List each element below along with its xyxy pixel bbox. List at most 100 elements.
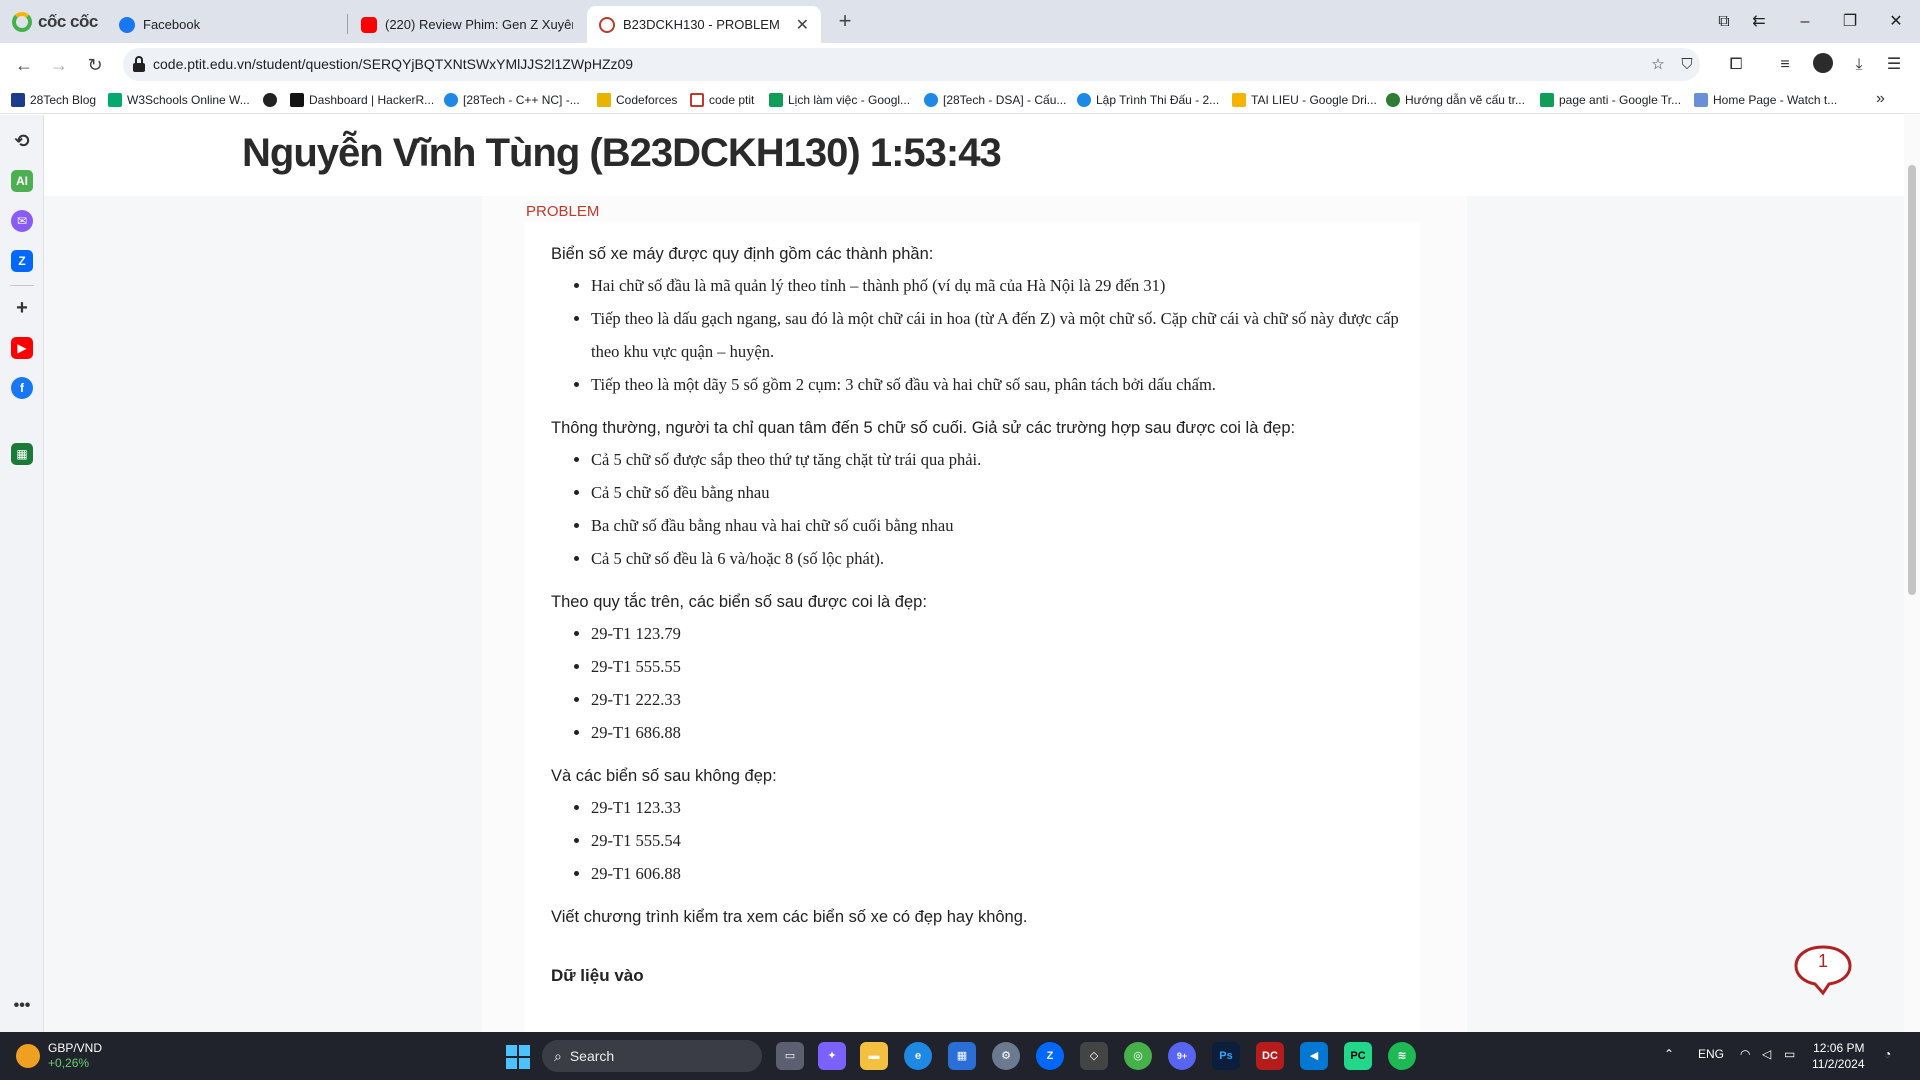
language-indicator[interactable]: ENG [1698,1047,1724,1061]
discord-icon[interactable]: 9+ [1168,1042,1196,1070]
bookmark-label: [28Tech - DSA] - Cấu... [943,93,1067,107]
store-icon[interactable]: ▦ [948,1042,976,1070]
restore-button[interactable]: ❐ [1836,8,1864,36]
back-button[interactable]: ← [10,51,38,79]
sheets-icon [769,93,783,107]
intro-text: Biển số xe máy được quy định gồm các thà… [551,245,934,263]
more-bookmarks-icon[interactable]: » [1876,90,1885,108]
bad-intro-text: Và các biển số sau không đẹp: [551,767,777,785]
history-icon[interactable]: ⟲ [11,130,33,152]
bookmark-codeforces[interactable]: Codeforces [597,91,677,109]
profile-avatar[interactable] [1813,53,1833,73]
youtube-icon[interactable]: ▶ [11,337,33,359]
market-widget[interactable]: GBP/VND +0,26% [16,1041,102,1071]
screen-capture-icon[interactable]: ⧉ [1710,8,1738,36]
bookmark-hackerrank[interactable]: Dashboard | HackerR... [290,91,434,109]
bookmark-label: [28Tech - C++ NC] -... [463,93,580,107]
zalo-icon[interactable]: Z [1036,1042,1064,1070]
start-button[interactable] [506,1045,530,1069]
bookmark-label: TAI LIEU - Google Dri... [1251,93,1377,107]
spotify-icon[interactable]: ≋ [1388,1042,1416,1070]
side-panel: ⟲ AI ✉ Z + ▶ f ▦ ••• [0,115,44,1032]
tab-youtube[interactable]: (220) Review Phim: Gen Z Xuyên K [349,6,585,43]
close-window-button[interactable]: ✕ [1882,8,1910,36]
menu-icon[interactable]: ☰ [1880,51,1908,79]
folder-icon[interactable]: ▬ [860,1042,888,1070]
scrollbar-thumb[interactable] [1908,165,1916,595]
bookmark-huong-dan[interactable]: Hướng dẫn vẽ cấu tr... [1386,91,1525,109]
vscode-icon[interactable]: ◀ [1300,1042,1328,1070]
messenger-icon[interactable]: ✉ [11,210,33,232]
shield-icon[interactable]: ⛉ [1676,54,1698,76]
clock-date: 11/2/2024 [1812,1057,1865,1071]
bookmark-icon [1694,93,1708,107]
chat-bubble-icon[interactable]: 1 [1793,944,1853,996]
bookmark-28tech-blog[interactable]: 28Tech Blog [11,91,96,109]
list-item: Cả 5 chữ số được sắp theo thứ tự tăng ch… [591,443,1411,476]
minimize-button[interactable]: – [1791,8,1819,36]
bookmark-code-ptit[interactable]: code ptit [690,91,754,109]
new-tab-button[interactable]: + [833,10,857,34]
wifi-icon[interactable]: ◠ [1740,1047,1750,1061]
tray-overflow-icon[interactable]: ⌃ [1664,1047,1674,1061]
ticker-name: GBP/VND [48,1041,103,1055]
bookmark-star-icon[interactable]: ☆ [1647,54,1669,76]
media-control-icon[interactable]: ≡ [1771,51,1799,79]
close-tab-icon[interactable]: ✕ [796,15,809,35]
bookmark-tai-lieu[interactable]: TAI LIEU - Google Dri... [1232,91,1377,109]
page-scrollbar[interactable] [1904,115,1920,1032]
coccoc-icon[interactable]: ◎ [1124,1042,1152,1070]
more-icon[interactable]: ••• [11,995,33,1017]
search-label: Search [569,1048,615,1064]
bookmarks-bar: 28Tech Blog W3Schools Online W... Dashbo… [0,86,1920,114]
tab-problem[interactable]: B23DCKH130 - PROBLEM ✕ [587,6,821,43]
unity-icon[interactable]: ◇ [1080,1042,1108,1070]
bookmark-w3schools[interactable]: W3Schools Online W... [108,91,250,109]
zalo-icon[interactable]: Z [11,250,33,272]
task-view-icon[interactable]: ▭ [776,1042,804,1070]
bookmark-28tech-cpp[interactable]: [28Tech - C++ NC] -... [444,91,580,109]
photoshop-icon[interactable]: Ps [1212,1042,1240,1070]
taskbar-search[interactable]: ⌕ Search [542,1040,762,1072]
list-item: 29-T1 606.88 [591,857,1411,890]
bookmark-home-page[interactable]: Home Page - Watch t... [1694,91,1837,109]
ai-assistant-icon[interactable]: AI [11,170,33,192]
settings-icon[interactable]: ⚙ [992,1042,1020,1070]
list-item: Hai chữ số đầu là mã quản lý theo tỉnh –… [591,269,1411,302]
download-icon[interactable]: ⤓ [1845,51,1873,79]
bookmark-label: Codeforces [616,93,678,107]
page-header: Nguyễn Vĩnh Tùng (B23DCKH130) 1:53:43 [44,115,1904,196]
facebook-icon[interactable]: f [11,377,33,399]
battery-icon[interactable]: ▭ [1784,1047,1795,1061]
back-list-icon[interactable]: ⇇ [1745,8,1773,36]
bookmark-label: Home Page - Watch t... [1713,93,1838,107]
copilot-icon[interactable]: ✦ [818,1042,846,1070]
cloud-icon [924,93,938,107]
discord-badge: 9+ [1176,1051,1188,1061]
forward-button[interactable]: → [45,51,73,79]
url-text[interactable]: code.ptit.edu.vn/student/question/SERQYj… [153,56,633,72]
extensions-icon[interactable]: ⧠ [1722,51,1750,79]
tab-facebook[interactable]: Facebook [107,6,347,43]
address-bar[interactable]: code.ptit.edu.vn/student/question/SERQYj… [123,48,1700,81]
cloud-icon [1077,93,1091,107]
bookmark-lich-lam-viec[interactable]: Lịch làm việc - Googl... [769,91,910,109]
list-item: 29-T1 555.55 [591,650,1411,683]
bookmark-label: 28Tech Blog [30,93,97,107]
pycharm-icon[interactable]: PC [1344,1042,1372,1070]
bookmark-lap-trinh-thi-dau[interactable]: Lập Trình Thi Đấu - 2... [1077,91,1219,109]
edge-icon[interactable]: e [904,1042,932,1070]
volume-icon[interactable]: ◁ [1762,1047,1771,1061]
bookmark-28tech-dsa[interactable]: [28Tech - DSA] - Cấu... [924,91,1066,109]
app-shortcut-icon[interactable]: ▦ [11,443,33,465]
bookmark-page-anti[interactable]: page anti - Google Tr... [1540,91,1681,109]
reload-button[interactable]: ↻ [81,51,109,79]
bookmark-globe[interactable] [263,91,277,109]
system-clock[interactable]: 12:06 PM 11/2/2024 [1812,1040,1865,1072]
codeforces-icon [597,93,611,107]
browser-brand[interactable]: cốc cốc [12,10,98,34]
notification-bell-icon[interactable]: ◔ [1884,1047,1891,1061]
facebook-icon [119,16,135,33]
add-icon[interactable]: + [11,297,33,319]
devcpp-icon[interactable]: DC [1256,1042,1284,1070]
